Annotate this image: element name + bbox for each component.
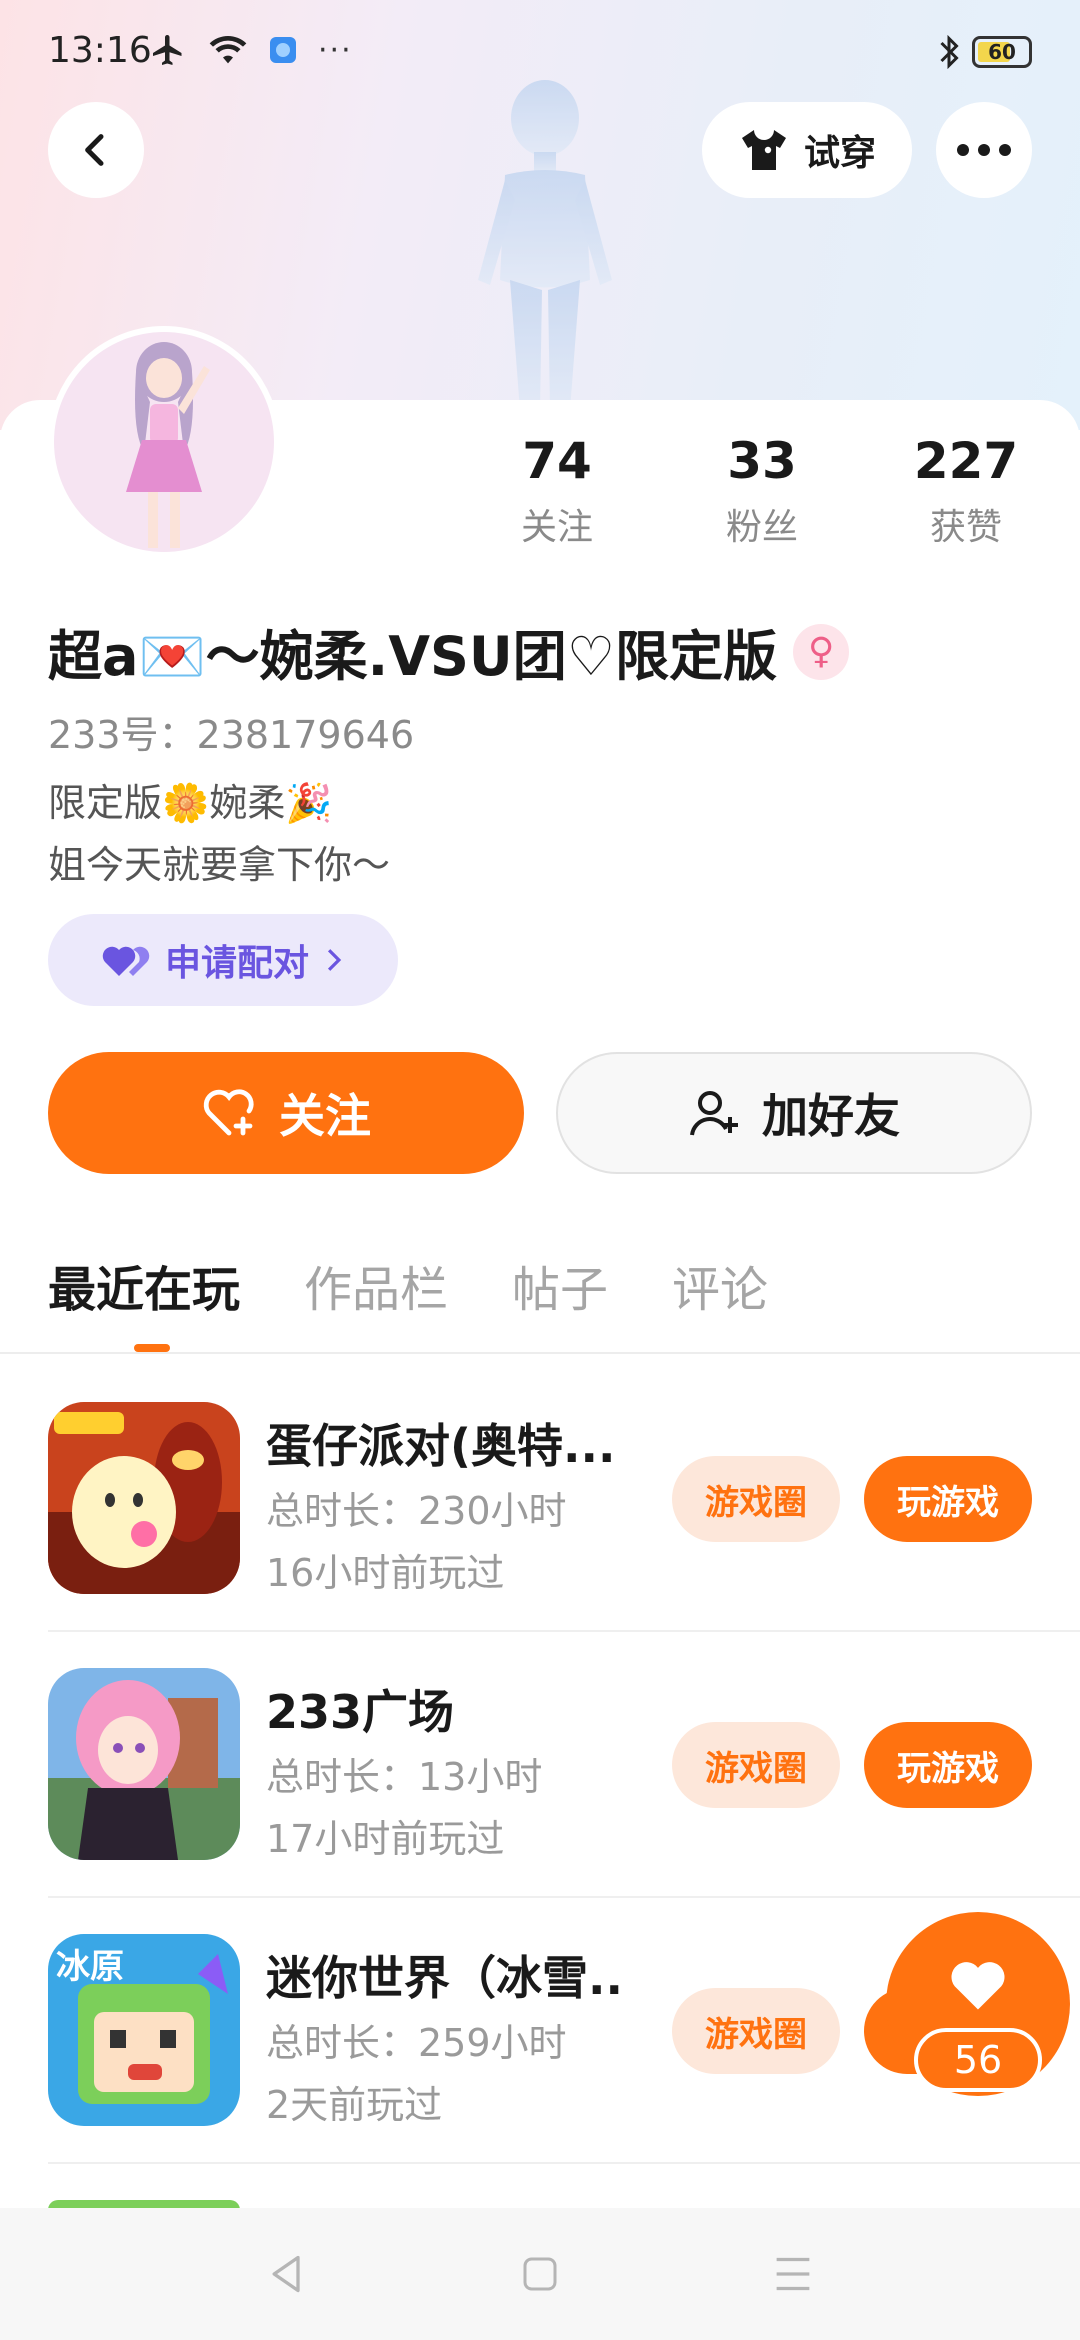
try-on-label: 试穿 bbox=[803, 133, 876, 174]
row-divider bbox=[48, 1630, 1080, 1632]
game-name: 迷你世界（冰雪... bbox=[266, 1951, 626, 2005]
back-button[interactable] bbox=[48, 102, 144, 198]
game-total-duration: 总时长：230小时 bbox=[266, 1489, 567, 1533]
stat-following[interactable]: 74 关注 bbox=[477, 432, 637, 550]
female-gender-icon: ♀ bbox=[793, 623, 850, 680]
battery-level: 60 bbox=[988, 40, 1016, 64]
game-row[interactable]: 233广场 总时长：13小时 17小时前玩过 游戏圈 玩游戏 bbox=[48, 1668, 1032, 1862]
stat-likes[interactable]: 227 获赞 bbox=[886, 432, 1046, 550]
game-total-duration: 总时长：259小时 bbox=[266, 2021, 567, 2065]
bio-line-2: 姐今天就要拿下你～ bbox=[48, 843, 391, 887]
row-divider bbox=[48, 2162, 1080, 2164]
game-icon-233-plaza[interactable] bbox=[48, 1668, 240, 1860]
status-bar: 13:16 ··· 60 bbox=[0, 0, 1080, 100]
following-count: 74 bbox=[522, 432, 592, 490]
tab-works[interactable]: 作品栏 bbox=[304, 1250, 448, 1320]
bluetooth-icon bbox=[940, 34, 959, 70]
content-tabs: 最近在玩 作品栏 帖子 评论 bbox=[48, 1250, 768, 1320]
game-circle-button[interactable]: 游戏圈 bbox=[672, 1722, 840, 1808]
more-notifications-icon: ··· bbox=[318, 32, 353, 68]
likes-label: 获赞 bbox=[929, 507, 1002, 548]
like-count: 56 bbox=[914, 2028, 1042, 2092]
nickname: 超a💌～婉柔.VSU团♡限定版 ♀ bbox=[48, 612, 850, 691]
add-friend-button[interactable]: 加好友 bbox=[556, 1052, 1032, 1174]
fans-count: 33 bbox=[727, 432, 797, 490]
user-id: 233号：238179646 bbox=[48, 713, 415, 757]
game-name: 蛋仔派对(奥特... bbox=[266, 1419, 616, 1473]
game-circle-button[interactable]: 游戏圈 bbox=[672, 1456, 840, 1542]
tab-comments[interactable]: 评论 bbox=[672, 1250, 768, 1320]
status-time: 13:16 bbox=[48, 30, 152, 71]
bio-line-1: 限定版🌼婉柔🎉 bbox=[48, 781, 333, 825]
play-game-button[interactable]: 玩游戏 bbox=[864, 1722, 1032, 1808]
app-notification-icon bbox=[270, 37, 296, 63]
active-tab-indicator bbox=[134, 1344, 170, 1352]
avatar-character-image bbox=[126, 342, 210, 548]
try-on-button[interactable]: 试穿 bbox=[702, 102, 912, 198]
add-friend-label: 加好友 bbox=[762, 1089, 900, 1143]
game-row[interactable]: 蛋仔派对(奥特... 总时长：230小时 16小时前玩过 游戏圈 玩游戏 bbox=[48, 1402, 1032, 1596]
avatar-hologram-figure bbox=[478, 80, 612, 410]
apply-pair-button[interactable]: 申请配对 bbox=[48, 914, 398, 1006]
tshirt-icon bbox=[741, 130, 786, 170]
more-dots-icon bbox=[957, 144, 1011, 156]
nav-back-icon[interactable] bbox=[265, 2252, 309, 2296]
heart-plus-icon bbox=[203, 1089, 254, 1136]
tabs-divider bbox=[0, 1352, 1080, 1354]
more-options-button[interactable] bbox=[936, 102, 1032, 198]
game-name: 233广场 bbox=[266, 1685, 455, 1739]
apply-pair-label: 申请配对 bbox=[164, 943, 309, 984]
back-arrow-icon bbox=[85, 134, 104, 166]
avatar[interactable] bbox=[48, 326, 280, 558]
follow-label: 关注 bbox=[279, 1089, 371, 1143]
fans-label: 粉丝 bbox=[725, 507, 798, 548]
stat-fans[interactable]: 33 粉丝 bbox=[682, 432, 842, 550]
chevron-right-icon bbox=[327, 949, 342, 971]
game-last-played: 2天前玩过 bbox=[266, 2083, 443, 2127]
system-navigation-bar bbox=[0, 2208, 1080, 2340]
play-game-button[interactable]: 玩游戏 bbox=[864, 1456, 1032, 1542]
nickname-text: 超a💌～婉柔.VSU团♡限定版 bbox=[48, 625, 778, 688]
nav-menu-icon[interactable] bbox=[771, 2254, 815, 2294]
double-heart-icon bbox=[102, 946, 150, 976]
mini-world-icon-text: 冰原 bbox=[56, 1947, 124, 1987]
like-floating-button[interactable]: 56 bbox=[884, 1912, 1072, 2096]
add-user-icon bbox=[690, 1091, 738, 1136]
bio: 限定版🌼婉柔🎉 姐今天就要拿下你～ bbox=[48, 772, 390, 896]
tab-posts[interactable]: 帖子 bbox=[512, 1250, 608, 1320]
likes-count: 227 bbox=[913, 432, 1019, 490]
airplane-icon bbox=[153, 35, 182, 65]
heart-icon bbox=[951, 1962, 1005, 2010]
game-last-played: 17小时前玩过 bbox=[266, 1817, 505, 1861]
game-last-played: 16小时前玩过 bbox=[266, 1551, 505, 1595]
game-total-duration: 总时长：13小时 bbox=[266, 1755, 543, 1799]
game-circle-button[interactable]: 游戏圈 bbox=[672, 1988, 840, 2074]
following-label: 关注 bbox=[520, 507, 593, 548]
game-icon-mini-world[interactable]: 冰原 bbox=[48, 1934, 240, 2126]
follow-button[interactable]: 关注 bbox=[48, 1052, 524, 1174]
nav-home-icon[interactable] bbox=[520, 2254, 560, 2294]
wifi-icon bbox=[209, 36, 247, 64]
game-icon-eggy-party[interactable] bbox=[48, 1402, 240, 1594]
tab-recently-played[interactable]: 最近在玩 bbox=[48, 1250, 240, 1320]
battery-icon: 60 bbox=[972, 36, 1032, 68]
row-divider bbox=[48, 1896, 1080, 1898]
